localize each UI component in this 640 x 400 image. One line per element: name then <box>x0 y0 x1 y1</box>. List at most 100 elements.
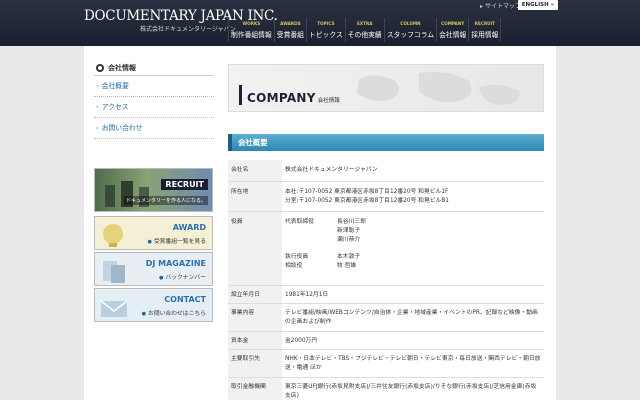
sidebar-title: 会社情報 <box>94 60 214 76</box>
english-label: ENGLISH <box>521 2 549 8</box>
sidebar-item-overview[interactable]: › 会社概要 <box>94 76 214 97</box>
nav-topics[interactable]: TOPICS トピックス <box>305 18 345 42</box>
table-row-value: テレビ番組/映画/WEBコンテンツ/自治体・企業・地域産業・イベントのPR、記録… <box>282 303 544 332</box>
nav-en-label: RECRUIT <box>474 21 495 26</box>
sidebar-title-label: 会社情報 <box>108 63 136 72</box>
sidebar-item-label: アクセス <box>101 103 129 111</box>
officer-names: 長谷川三郎 新津聡子 瀬川恭介 <box>337 218 366 245</box>
film-crew-photo <box>105 181 149 207</box>
address-line: 分室:〒107-0052 東京都港区赤坂8丁目12番20号 和晃ビルB1 <box>285 197 449 204</box>
officer-name: 本木敦子 <box>337 253 361 260</box>
site-header: DOCUMENTARY JAPAN INC. 株式会社ドキュメンタリージャパン … <box>0 0 640 46</box>
chevron-right-icon: › <box>96 82 99 90</box>
officer-group: 代表取締役 長谷川三郎 新津聡子 瀬川恭介 <box>285 218 541 245</box>
sitemap-link[interactable]: ▸ サイトマップ <box>480 1 521 10</box>
table-row: 主要取引先 NHK・日本テレビ・TBS・フジテレビ・テレビ朝日・テレビ東京・毎日… <box>228 349 544 378</box>
sidebar-item-contact[interactable]: › お問い合わせ <box>94 118 214 139</box>
company-info-table: 会社名 株式会社ドキュメンタリージャパン 所在地 本社:〒107-0052 東京… <box>228 160 544 400</box>
nav-jp-label: 受賞番組 <box>276 31 304 39</box>
nav-en-label: AWARDS <box>280 21 301 26</box>
table-row: 取引金融機関 東京三菱UFJ銀行(赤坂見附支店)/三井住友銀行(赤坂支店)/りそ… <box>228 377 544 400</box>
table-row-value: 東京三菱UFJ銀行(赤坂見附支店)/三井住友銀行(赤坂支店)/りそな銀行(赤坂支… <box>282 377 544 400</box>
sidebar-item-label: 会社概要 <box>101 82 129 90</box>
table-row-label: 会社名 <box>228 160 282 182</box>
sitemap-arrow-icon: ▸ <box>480 3 484 10</box>
envelope-icon <box>100 300 128 317</box>
award-banner-title: AWARD <box>172 223 206 232</box>
bullet-circle-icon <box>96 63 104 72</box>
table-row-value: NHK・日本テレビ・TBS・フジテレビ・テレビ朝日・テレビ東京・毎日放送・関西テ… <box>282 349 544 378</box>
nav-jp-label: 制作番組情報 <box>231 31 272 39</box>
sidebar: 会社情報 › 会社概要 › アクセス › お問い合わせ <box>94 60 214 139</box>
contact-banner[interactable]: CONTACT お問い合わせはこちら <box>94 288 213 322</box>
nav-jp-label: その他実績 <box>347 31 382 39</box>
table-row-label: 主要取引先 <box>228 349 282 378</box>
table-row: 会社名 株式会社ドキュメンタリージャパン <box>228 160 544 182</box>
page-title-jp: 会社情報 <box>317 98 340 104</box>
table-row-label: 設立年月日 <box>228 285 282 304</box>
officer-role: 代表取締役 <box>285 218 314 225</box>
nav-column[interactable]: COLUMN スタッフコラム <box>383 18 436 42</box>
nav-en-label: COLUMN <box>400 21 421 26</box>
nav-jp-label: トピックス <box>308 31 343 39</box>
nav-recruit[interactable]: RECRUIT 採用情報 <box>468 18 502 42</box>
table-row-value: 1981年12月1日 <box>282 285 544 304</box>
address-line: 本社:〒107-0052 東京都港区赤坂8丁目12番20号 和晃ビル1F <box>285 188 449 195</box>
nav-company[interactable]: COMPANY 会社情報 <box>436 18 468 42</box>
dj-magazine-banner-subtitle: バックナンバー <box>159 272 206 281</box>
nav-jp-label: スタッフコラム <box>386 31 435 39</box>
nav-works[interactable]: WORKS 制作番組情報 <box>228 18 274 42</box>
officer-role: 執行役員 <box>285 253 309 260</box>
recruit-banner-subtitle: ドキュメンタリーを作る人になる。 <box>123 196 208 205</box>
page-body: 会社情報 › 会社概要 › アクセス › お問い合わせ RECRUIT ドキュメンタリ… <box>84 46 556 400</box>
recruit-banner[interactable]: RECRUIT ドキュメンタリーを作る人になる。 <box>94 168 213 212</box>
table-row: 事業内容 テレビ番組/映画/WEBコンテンツ/自治体・企業・地域産業・イベントの… <box>228 303 544 332</box>
table-row-value: 金2000万円 <box>282 331 544 350</box>
table-row-value: 本社:〒107-0052 東京都港区赤坂8丁目12番20号 和晃ビル1F 分室:… <box>282 181 544 212</box>
officer-role: 相談役 <box>285 262 303 269</box>
table-row-value: 代表取締役 長谷川三郎 新津聡子 瀬川恭介 執行役員 本木敦子 相談役 牧 哲雄 <box>282 211 544 286</box>
nav-extra[interactable]: EXTRA その他実績 <box>344 18 384 42</box>
recruit-banner-title: RECRUIT <box>161 179 208 190</box>
dj-magazine-banner[interactable]: DJ MAGAZINE バックナンバー <box>94 252 213 286</box>
section-heading: 会社概要 <box>228 134 544 151</box>
contact-banner-title: CONTACT <box>164 295 206 304</box>
table-row: 設立年月日 1981年12月1日 <box>228 285 544 304</box>
sidebar-item-label: お問い合わせ <box>101 124 143 132</box>
award-banner-subtitle: 受賞番組一覧を見る <box>147 236 206 245</box>
contact-banner-subtitle: お問い合わせはこちら <box>142 308 206 317</box>
officer-name: 新津聡子 <box>337 227 361 234</box>
officer-name: 長谷川三郎 <box>337 218 366 225</box>
chevron-right-icon: › <box>96 124 99 132</box>
nav-awards[interactable]: AWARDS 受賞番組 <box>273 18 306 42</box>
table-row-label: 取引金融機関 <box>228 377 282 400</box>
table-row-label: 役員 <box>228 211 282 286</box>
nav-jp-label: 会社情報 <box>439 31 467 39</box>
award-trophy-icon <box>103 224 123 247</box>
table-row: 役員 代表取締役 長谷川三郎 新津聡子 瀬川恭介 執行役員 本木敦子 相談役 牧 <box>228 211 544 286</box>
global-nav: WORKS 制作番組情報 AWARDS 受賞番組 TOPICS トピックス EXTRA… <box>228 18 502 42</box>
table-row-label: 所在地 <box>228 181 282 212</box>
nav-en-label: TOPICS <box>317 21 335 26</box>
award-banner[interactable]: AWARD 受賞番組一覧を見る <box>94 216 213 250</box>
page-title-en: COMPANY <box>247 91 316 105</box>
table-row-label: 資本金 <box>228 331 282 350</box>
table-row-value: 株式会社ドキュメンタリージャパン <box>282 160 544 182</box>
double-chevron-right-icon: » <box>550 2 555 8</box>
nav-jp-label: 採用情報 <box>471 31 499 39</box>
english-button[interactable]: ENGLISH » <box>518 0 558 10</box>
magazine-icon <box>103 261 125 283</box>
sidebar-item-access[interactable]: › アクセス <box>94 97 214 118</box>
site-logo-subtitle: 株式会社ドキュメンタリージャパン <box>140 26 236 33</box>
table-row: 所在地 本社:〒107-0052 東京都港区赤坂8丁目12番20号 和晃ビル1F… <box>228 181 544 212</box>
nav-en-label: COMPANY <box>441 21 465 26</box>
sitemap-label: サイトマップ <box>484 3 521 10</box>
chevron-right-icon: › <box>96 103 99 111</box>
top-utility-bar: ▸ サイトマップ ENGLISH » <box>480 0 640 11</box>
officer-group: 執行役員 本木敦子 <box>285 253 541 262</box>
officer-name: 牧 哲雄 <box>337 262 357 269</box>
officer-name: 瀬川恭介 <box>337 236 361 243</box>
nav-en-label: EXTRA <box>357 21 373 26</box>
table-row-label: 事業内容 <box>228 303 282 332</box>
dj-magazine-banner-title: DJ MAGAZINE <box>145 259 206 268</box>
